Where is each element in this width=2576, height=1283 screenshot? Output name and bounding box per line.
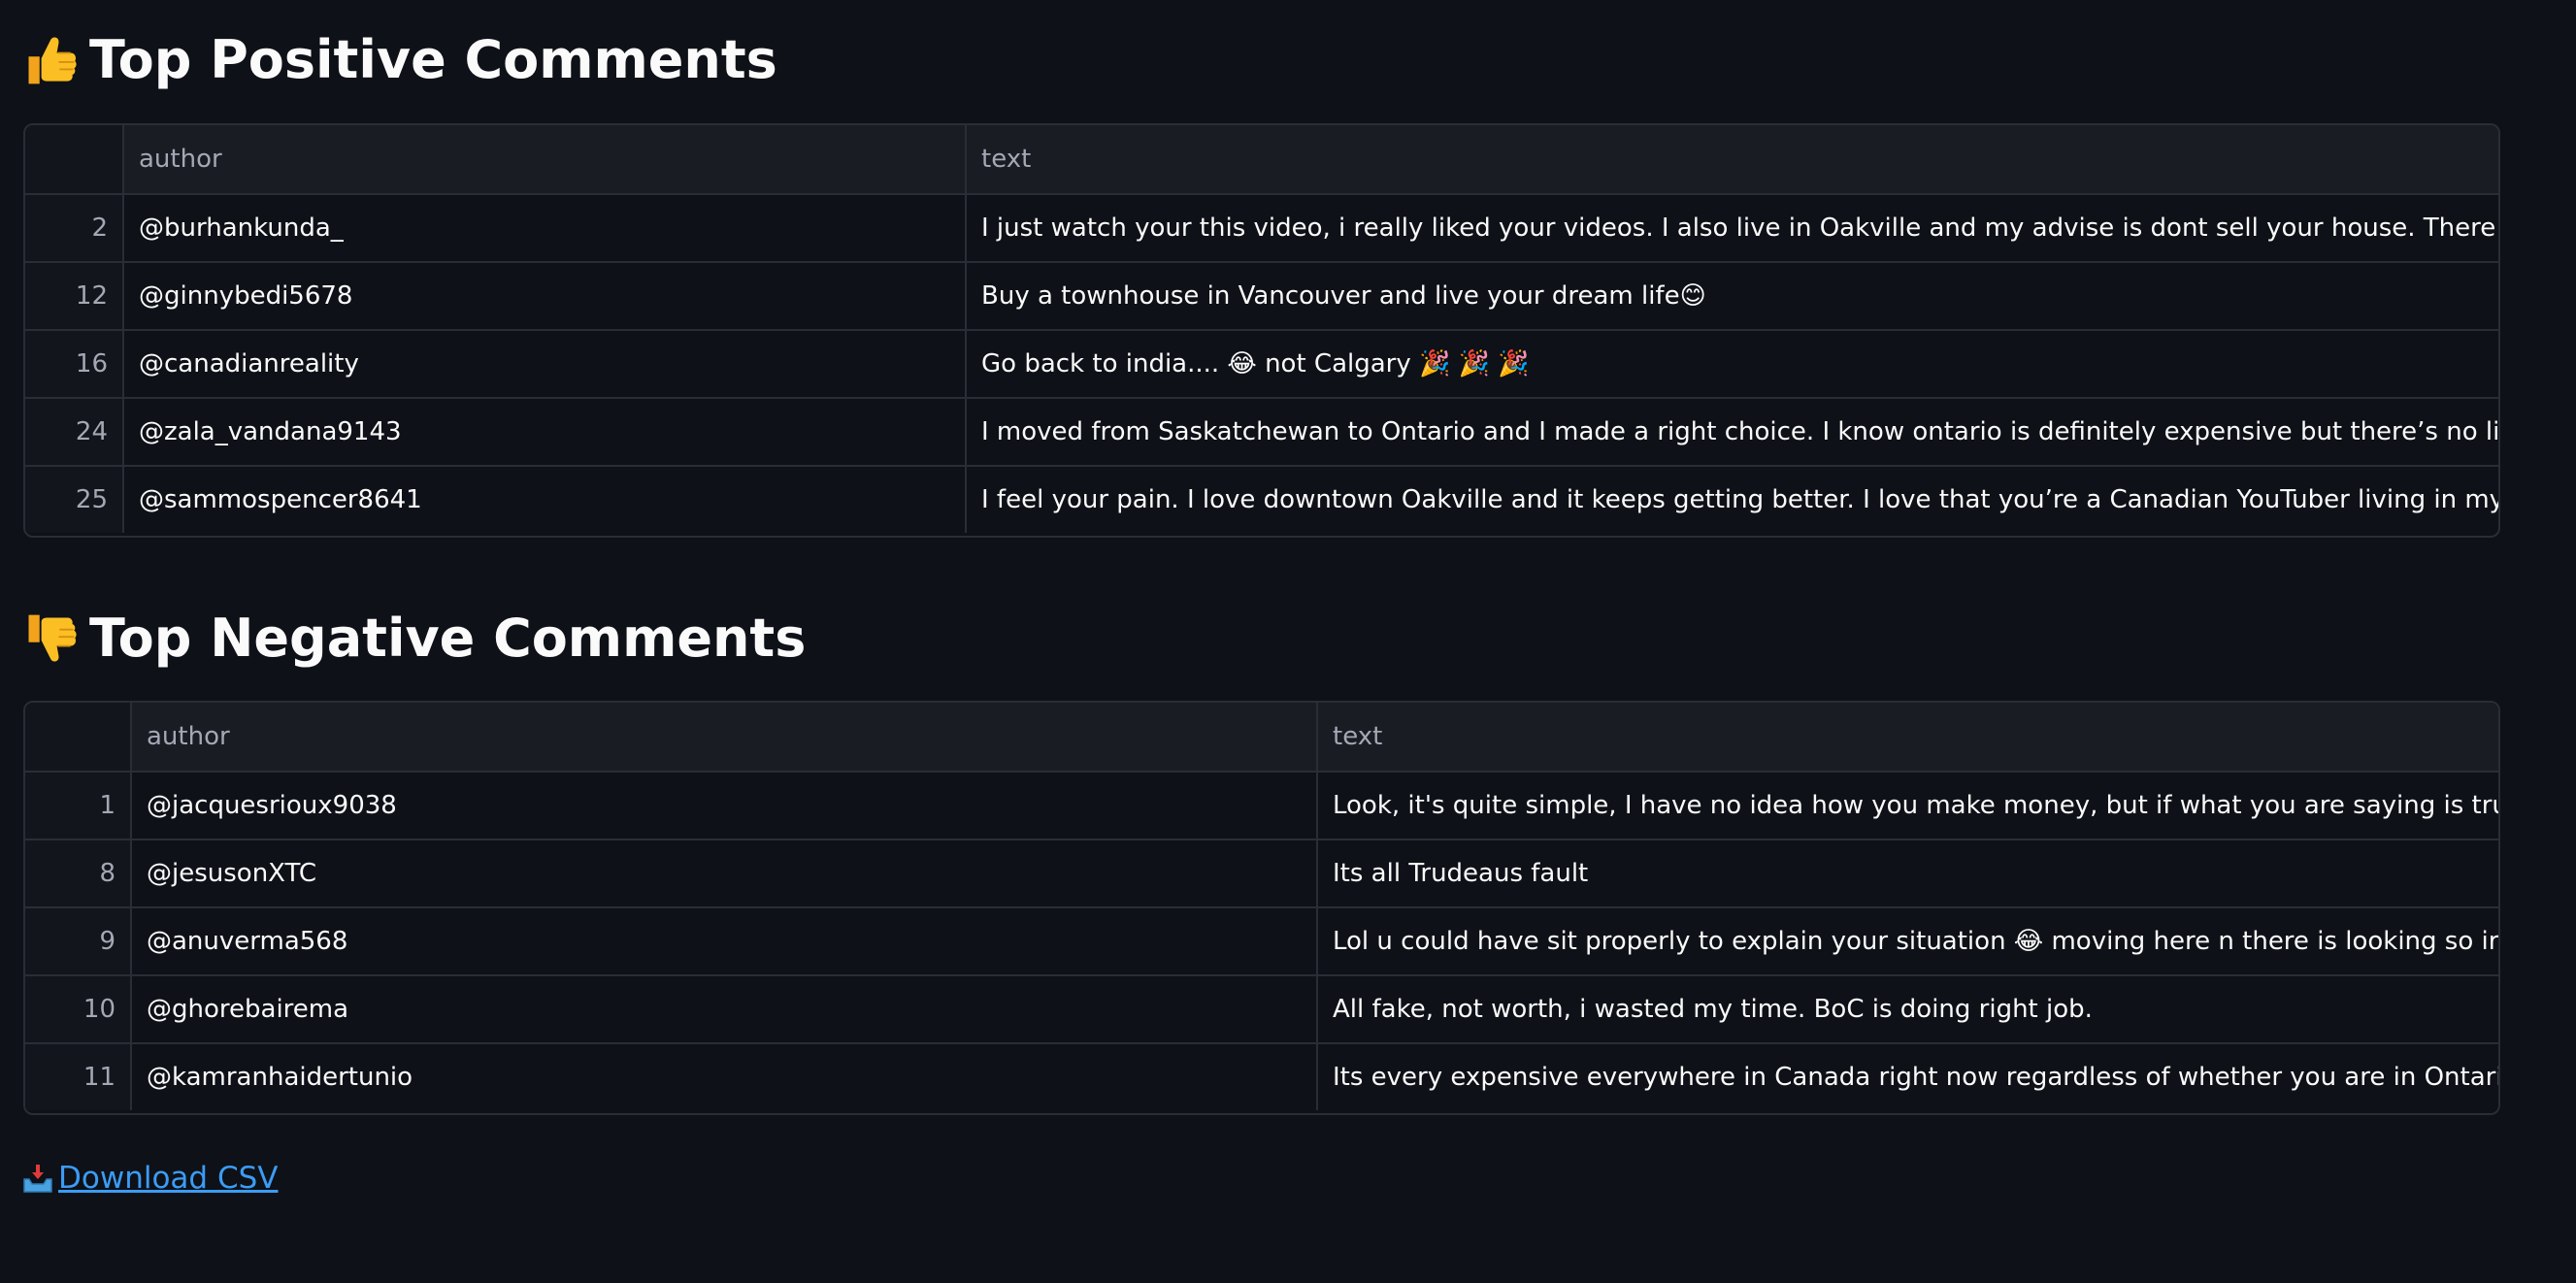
- author-cell[interactable]: @ginnybedi5678: [123, 262, 967, 331]
- negative-comments-table[interactable]: author text 1 @jacquesrioux9038 Look, it…: [23, 701, 2500, 1115]
- table-row[interactable]: 12 @ginnybedi5678 Buy a townhouse in Van…: [25, 262, 2498, 331]
- table-row[interactable]: 24 @zala_vandana9143 I moved from Saskat…: [25, 398, 2498, 467]
- inbox-tray-icon: [23, 1165, 52, 1193]
- author-cell[interactable]: @canadianreality: [123, 330, 967, 399]
- app-page: Top Positive Comments author text 2 @bur…: [0, 0, 2576, 1283]
- author-cell[interactable]: @kamranhaidertunio: [131, 1043, 1318, 1110]
- text-cell[interactable]: Buy a townhouse in Vancouver and live yo…: [966, 262, 2498, 331]
- thumbs-down-icon: [28, 614, 77, 662]
- text-cell[interactable]: Look, it's quite simple, I have no idea …: [1317, 772, 2498, 840]
- author-column-header[interactable]: author: [123, 125, 967, 195]
- row-index: 8: [25, 839, 132, 908]
- text-cell[interactable]: Its all Trudeaus fault: [1317, 839, 2498, 908]
- positive-comments-title: Top Positive Comments: [89, 29, 777, 90]
- row-index: 12: [25, 262, 124, 331]
- download-csv-link[interactable]: Download CSV: [21, 1161, 278, 1196]
- text-cell[interactable]: I just watch your this video, i really l…: [966, 194, 2498, 263]
- author-column-header[interactable]: author: [131, 703, 1318, 773]
- table-header-row: author text: [25, 125, 2498, 195]
- text-cell[interactable]: Lol u could have sit properly to explain…: [1317, 907, 2498, 976]
- table-row[interactable]: 10 @ghorebairema All fake, not worth, i …: [25, 975, 2498, 1044]
- row-index: 25: [25, 466, 124, 533]
- thumbs-up-icon: [28, 37, 77, 84]
- row-index: 24: [25, 398, 124, 467]
- text-cell[interactable]: All fake, not worth, i wasted my time. B…: [1317, 975, 2498, 1044]
- table-row[interactable]: 16 @canadianreality Go back to india....…: [25, 330, 2498, 399]
- table-row[interactable]: 2 @burhankunda_ I just watch your this v…: [25, 194, 2498, 263]
- positive-comments-heading: Top Positive Comments: [21, 26, 777, 94]
- author-cell[interactable]: @ghorebairema: [131, 975, 1318, 1044]
- row-index: 2: [25, 194, 124, 263]
- table-row[interactable]: 1 @jacquesrioux9038 Look, it's quite sim…: [25, 772, 2498, 840]
- row-index: 16: [25, 330, 124, 399]
- positive-comments-table[interactable]: author text 2 @burhankunda_ I just watch…: [23, 123, 2500, 538]
- author-cell[interactable]: @zala_vandana9143: [123, 398, 967, 467]
- row-index: 11: [25, 1043, 132, 1110]
- text-cell[interactable]: I moved from Saskatchewan to Ontario and…: [966, 398, 2498, 467]
- table-row[interactable]: 8 @jesusonXTC Its all Trudeaus fault: [25, 839, 2498, 908]
- author-cell[interactable]: @jesusonXTC: [131, 839, 1318, 908]
- row-index: 10: [25, 975, 132, 1044]
- index-column-header: [25, 703, 132, 773]
- row-index: 1: [25, 772, 132, 840]
- table-row[interactable]: 11 @kamranhaidertunio Its every expensiv…: [25, 1043, 2498, 1110]
- negative-comments-heading: Top Negative Comments: [21, 605, 806, 673]
- text-cell[interactable]: Go back to india.... 😂 not Calgary 🎉 🎉 🎉: [966, 330, 2498, 399]
- text-column-header[interactable]: text: [966, 125, 2498, 195]
- text-cell[interactable]: I feel your pain. I love downtown Oakvil…: [966, 466, 2498, 533]
- text-column-header[interactable]: text: [1317, 703, 2498, 773]
- negative-comments-title: Top Negative Comments: [89, 608, 807, 669]
- row-index: 9: [25, 907, 132, 976]
- table-row[interactable]: 25 @sammospencer8641 I feel your pain. I…: [25, 466, 2498, 533]
- index-column-header: [25, 125, 124, 195]
- table-row[interactable]: 9 @anuverma568 Lol u could have sit prop…: [25, 907, 2498, 976]
- author-cell[interactable]: @anuverma568: [131, 907, 1318, 976]
- download-csv-label[interactable]: Download CSV: [58, 1161, 278, 1196]
- text-cell[interactable]: Its every expensive everywhere in Canada…: [1317, 1043, 2498, 1110]
- author-cell[interactable]: @sammospencer8641: [123, 466, 967, 533]
- author-cell[interactable]: @jacquesrioux9038: [131, 772, 1318, 840]
- table-header-row: author text: [25, 703, 2498, 773]
- author-cell[interactable]: @burhankunda_: [123, 194, 967, 263]
